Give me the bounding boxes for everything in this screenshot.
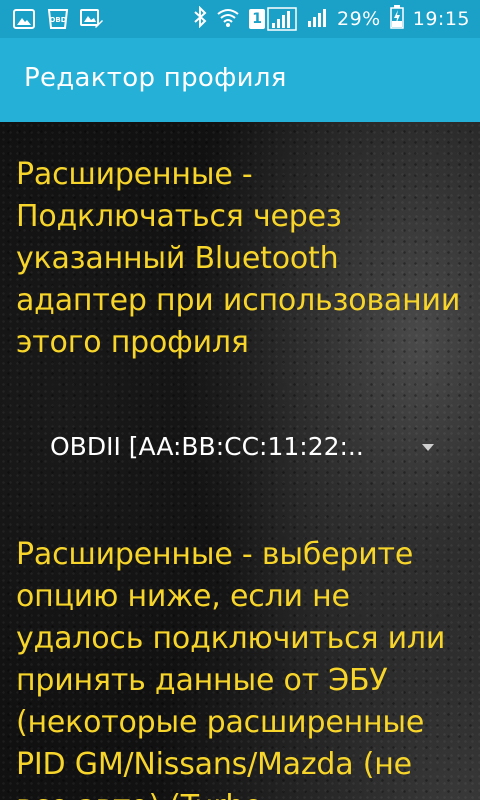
sim1-signal-icon: 1 xyxy=(249,7,297,31)
gallery-icon xyxy=(12,7,36,31)
notification-icons: OBD xyxy=(12,7,104,31)
adapter-select-value: OBDII [AA:BB:CC:11:22:.. xyxy=(50,432,364,461)
battery-charging-icon xyxy=(389,5,404,33)
adapter-select[interactable]: OBDII [AA:BB:CC:11:22:.. xyxy=(30,422,450,486)
fallback-option-preference[interactable]: Расширенные - выберите опцию ниже, если … xyxy=(16,534,468,800)
app-bar: Редактор профиля xyxy=(0,38,480,122)
sim-slot-badge: 1 xyxy=(249,9,265,29)
bluetooth-icon xyxy=(193,5,207,32)
clock: 19:15 xyxy=(412,8,470,30)
dropdown-arrow-icon xyxy=(422,444,434,451)
screenshot-edit-icon xyxy=(80,7,104,31)
wifi-icon xyxy=(216,7,240,31)
signal-icon xyxy=(306,6,328,32)
system-indicators: 1 29% 19:15 xyxy=(193,0,470,38)
bluetooth-adapter-preference[interactable]: Расширенные - Подключаться через указанн… xyxy=(16,154,468,364)
status-bar: OBD 1 29% 19:15 xyxy=(0,0,480,38)
obd-badge-text: OBD xyxy=(49,15,67,24)
battery-percent: 29% xyxy=(337,8,381,30)
preferences-list: Расширенные - Подключаться через указанн… xyxy=(0,122,480,800)
page-title: Редактор профиля xyxy=(24,63,287,93)
obd-icon: OBD xyxy=(46,7,70,31)
